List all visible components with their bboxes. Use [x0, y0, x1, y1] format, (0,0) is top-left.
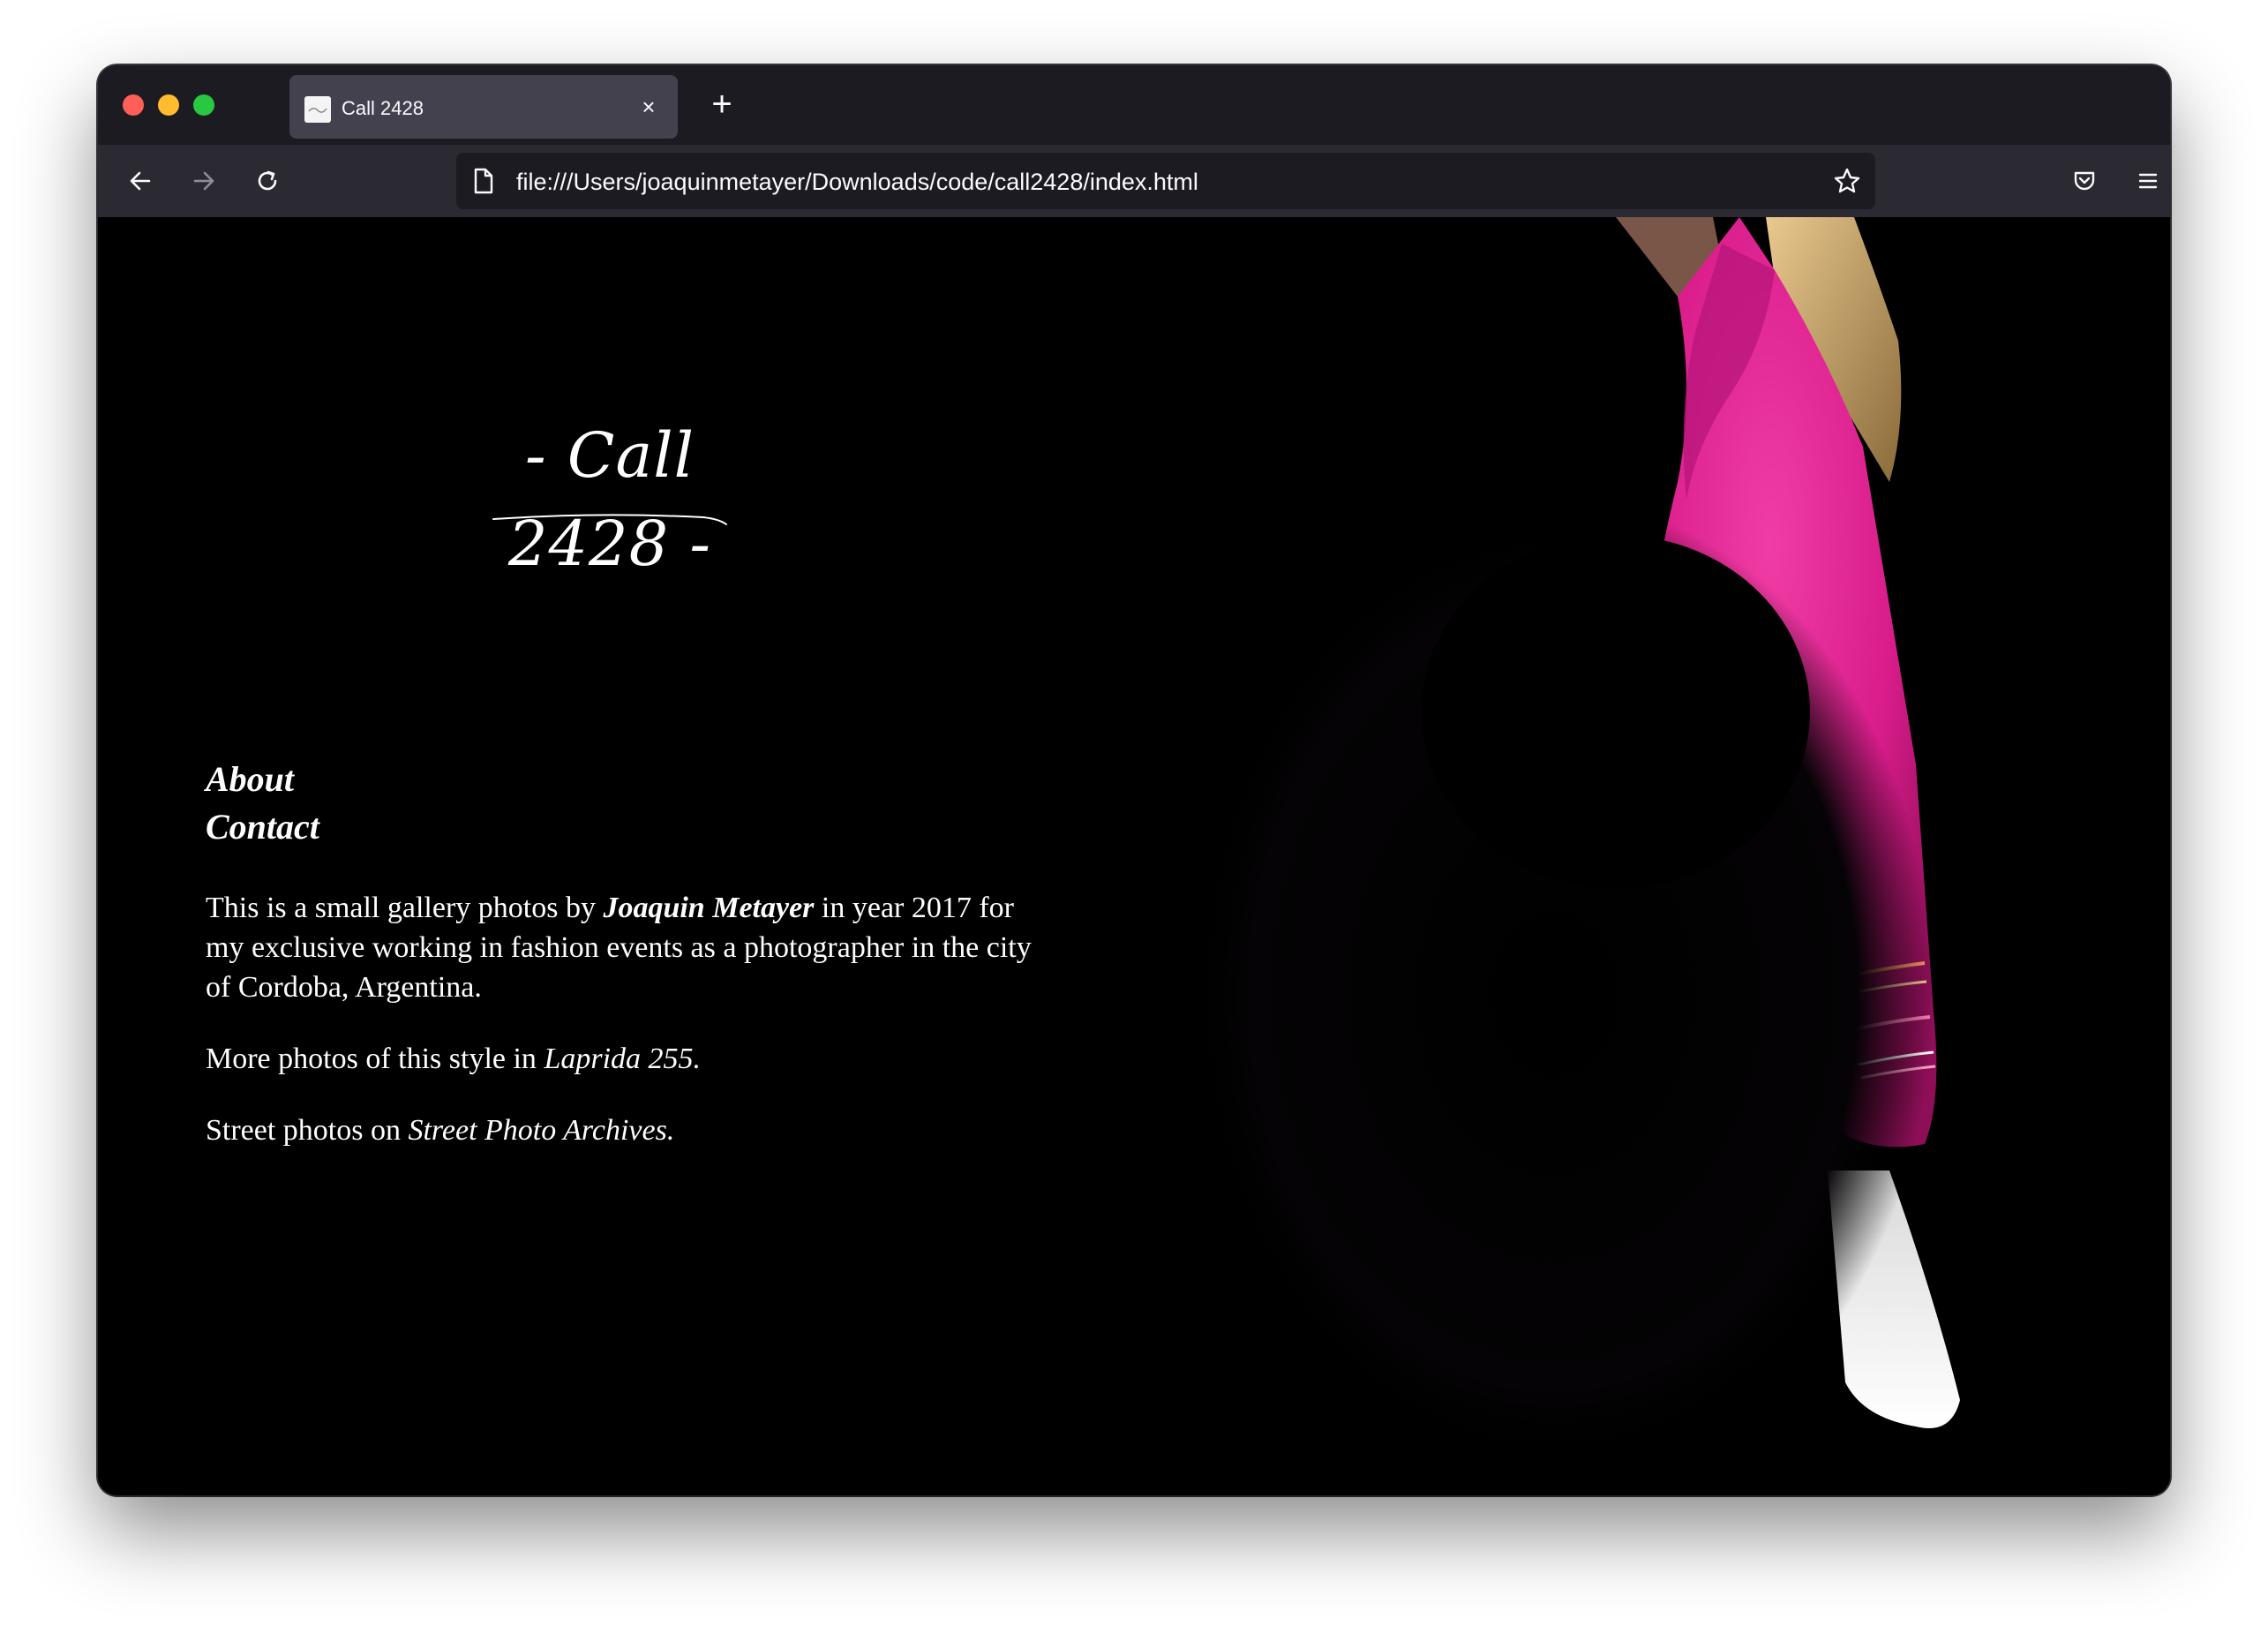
- close-tab-icon[interactable]: ×: [634, 92, 664, 122]
- street-archives-link[interactable]: Street Photo Archives.: [408, 1114, 674, 1147]
- tab-call-2428[interactable]: Call 2428 ×: [289, 75, 678, 139]
- navigation-toolbar: file:///Users/joaquinmetayer/Downloads/c…: [98, 145, 2170, 217]
- intro-copy: This is a small gallery photos by Joaqui…: [206, 888, 1035, 1182]
- app-menu-button[interactable]: [2128, 161, 2168, 201]
- forward-arrow-icon: [193, 171, 214, 191]
- pocket-icon: [2074, 171, 2095, 191]
- logo-text: - Call 2428 -: [507, 419, 712, 580]
- star-icon: [1834, 168, 1860, 193]
- author-name: Joaquin Metayer: [603, 892, 815, 924]
- browser-window: Call 2428 × + file:///Users/joaquinmetay…: [98, 65, 2170, 1495]
- reload-button[interactable]: [247, 161, 288, 201]
- hero-photo: [1175, 217, 1960, 1488]
- intro-paragraph: This is a small gallery photos by Joaqui…: [206, 888, 1035, 1007]
- back-button[interactable]: [120, 161, 161, 201]
- laprida-link[interactable]: Laprida 255.: [544, 1043, 701, 1075]
- site-logo[interactable]: - Call 2428 -: [469, 411, 751, 580]
- close-window-button[interactable]: [123, 94, 144, 116]
- forward-button[interactable]: [184, 161, 224, 201]
- page-icon: [474, 168, 493, 194]
- tab-title: Call 2428: [342, 97, 424, 119]
- site-nav: About Contact: [206, 756, 319, 851]
- more-photos-text: More photos of this style in: [206, 1043, 544, 1075]
- zoom-window-button[interactable]: [193, 94, 214, 116]
- intro-text-start: This is a small gallery photos by: [206, 892, 604, 924]
- url-text[interactable]: file:///Users/joaquinmetayer/Downloads/c…: [516, 168, 1198, 196]
- minimize-window-button[interactable]: [158, 94, 179, 116]
- street-photos-paragraph: Street photos on Street Photo Archives.: [206, 1110, 1035, 1150]
- address-bar[interactable]: file:///Users/joaquinmetayer/Downloads/c…: [456, 153, 1875, 209]
- menu-icon: [2138, 173, 2158, 189]
- silhouette-head: [1422, 535, 1810, 888]
- new-tab-button[interactable]: +: [702, 85, 742, 125]
- nav-link-about[interactable]: About: [206, 756, 319, 803]
- page-viewport: - Call 2428 - About Contact This is a sm…: [98, 217, 2170, 1495]
- tab-strip: Call 2428 × +: [98, 65, 2170, 145]
- more-photos-paragraph: More photos of this style in Laprida 255…: [206, 1039, 1035, 1079]
- reload-icon: [258, 170, 277, 191]
- nav-link-contact[interactable]: Contact: [206, 803, 319, 851]
- favicon-icon: [304, 96, 331, 123]
- back-arrow-icon: [130, 171, 151, 191]
- street-photos-text: Street photos on: [206, 1114, 409, 1147]
- pocket-button[interactable]: [2064, 161, 2105, 201]
- logo-underline: [492, 514, 727, 525]
